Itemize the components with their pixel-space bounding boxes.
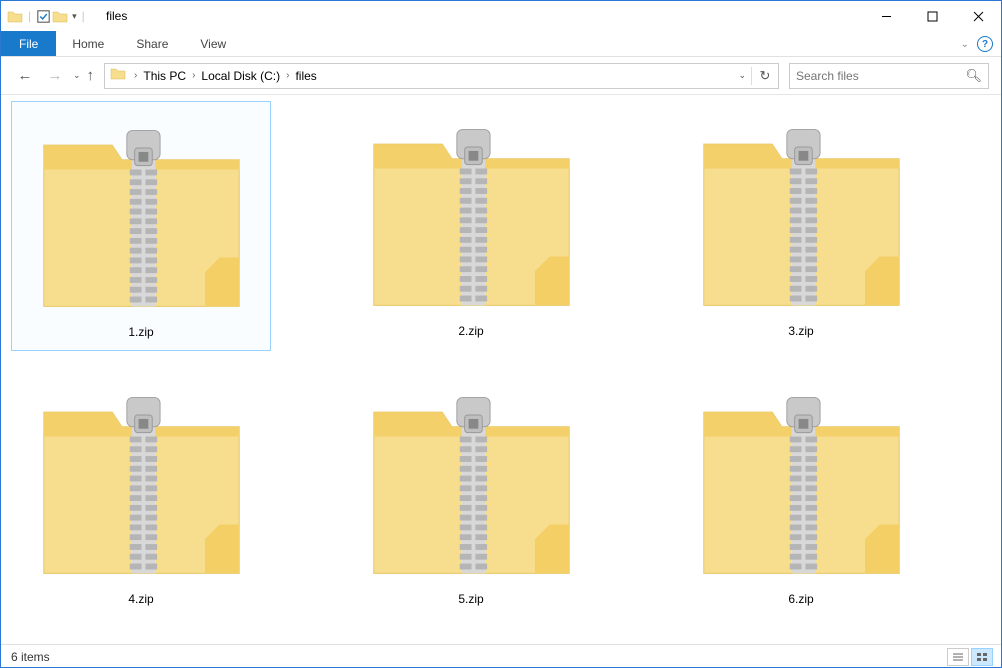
minimize-button[interactable] [863,1,909,31]
zip-folder-icon [364,373,579,588]
refresh-icon[interactable]: ↻ [754,65,776,87]
breadcrumb-segment[interactable]: files [292,69,319,83]
file-item[interactable]: 6.zip [671,369,931,619]
back-button[interactable]: ← [13,64,37,88]
forward-button[interactable]: → [43,64,67,88]
breadcrumb-segment[interactable]: This PC [140,69,189,83]
view-details-button[interactable] [947,648,969,666]
folder-icon[interactable] [52,9,68,23]
navigation-bar: ← → ⌄ ↑ › This PC › Local Disk (C:) › fi… [1,57,1001,95]
zip-folder-icon [694,373,909,588]
file-label: 3.zip [788,324,813,338]
address-dropdown-icon[interactable]: ⌄ [735,67,749,84]
ribbon-tab-view[interactable]: View [184,31,242,56]
window-title: files [106,9,127,23]
titlebar: | ▾ | files [1,1,1001,31]
ribbon-file-tab[interactable]: File [1,31,56,56]
chevron-right-icon[interactable]: › [131,70,140,81]
maximize-button[interactable] [909,1,955,31]
ribbon-tab-home[interactable]: Home [56,31,120,56]
up-button[interactable]: ↑ [87,67,95,84]
separator: | [82,9,85,23]
file-label: 5.zip [458,592,483,606]
ribbon-collapse-icon[interactable]: ⌄ [961,39,969,50]
breadcrumb-segment[interactable]: Local Disk (C:) [198,69,283,83]
file-label: 4.zip [128,592,153,606]
folder-icon [110,66,126,85]
file-label: 1.zip [128,325,153,339]
address-bar[interactable]: › This PC › Local Disk (C:) › files ⌄ ↻ [104,63,779,89]
chevron-right-icon[interactable]: › [189,70,198,81]
close-button[interactable] [955,1,1001,31]
file-item[interactable]: 2.zip [341,101,601,351]
chevron-right-icon[interactable]: › [283,70,292,81]
qat-properties-icon[interactable] [36,9,50,23]
search-icon[interactable]: 🔍︎ [965,68,982,84]
file-label: 6.zip [788,592,813,606]
file-item[interactable]: 1.zip [11,101,271,351]
zip-folder-icon [694,105,909,320]
zip-folder-icon [34,373,249,588]
separator: | [28,9,31,23]
folder-icon [7,9,23,23]
file-item[interactable]: 4.zip [11,369,271,619]
status-text: 6 items [11,650,50,664]
view-large-icons-button[interactable] [971,648,993,666]
content-pane[interactable]: 1.zip 2.zip 3.zip 4.zip 5.zip 6.zip [1,95,1001,644]
file-item[interactable]: 5.zip [341,369,601,619]
search-box[interactable]: 🔍︎ [789,63,989,89]
file-label: 2.zip [458,324,483,338]
zip-folder-icon [364,105,579,320]
help-icon[interactable]: ? [977,36,993,52]
recent-locations-icon[interactable]: ⌄ [73,70,81,81]
zip-folder-icon [34,106,249,321]
search-input[interactable] [796,69,965,83]
ribbon: File Home Share View ⌄ ? [1,31,1001,57]
qat-dropdown-icon[interactable]: ▾ [72,11,77,22]
file-item[interactable]: 3.zip [671,101,931,351]
status-bar: 6 items [1,644,1001,668]
ribbon-tab-share[interactable]: Share [120,31,184,56]
separator [751,67,752,85]
